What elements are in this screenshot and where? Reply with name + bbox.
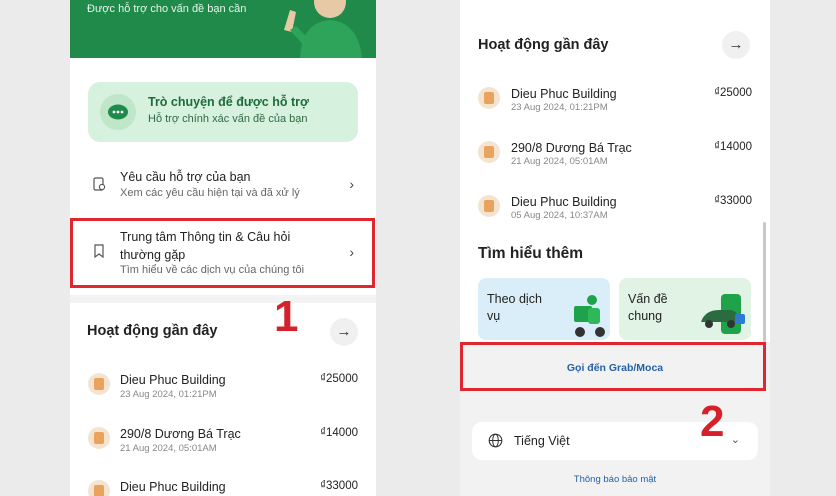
highlight-box-help-center bbox=[70, 218, 375, 288]
chevron-down-icon: ⌄ bbox=[730, 434, 740, 446]
activity-date: 05 Aug 2024, 10:37AM bbox=[511, 210, 608, 221]
building-icon bbox=[478, 87, 500, 109]
learn-more-title: Tìm hiểu thêm bbox=[478, 245, 584, 262]
activity-amount: ₫33000 bbox=[320, 480, 358, 492]
support-requests-row[interactable]: Yêu cầu hỗ trợ của bạn Xem các yêu cầu h… bbox=[70, 168, 376, 206]
building-icon bbox=[478, 195, 500, 217]
tile-label: Vấn đề chung bbox=[628, 292, 668, 323]
chevron-right-icon: › bbox=[349, 176, 354, 192]
activity-amount: ₫25000 bbox=[320, 373, 358, 385]
step-number-2: 2 bbox=[700, 397, 725, 446]
activity-amount: ₫33000 bbox=[714, 195, 752, 207]
chat-bubble-icon bbox=[100, 94, 136, 130]
activity-name: Dieu Phuc Building bbox=[120, 480, 226, 494]
building-icon bbox=[88, 427, 110, 449]
globe-icon bbox=[488, 433, 503, 448]
activity-name: Dieu Phuc Building bbox=[511, 195, 617, 209]
receipt-icon bbox=[93, 177, 106, 191]
activity-date: 23 Aug 2024, 01:21PM bbox=[511, 102, 608, 113]
activity-date: 21 Aug 2024, 05:01AM bbox=[120, 443, 217, 454]
step-number-1: 1 bbox=[274, 292, 299, 341]
activity-name: 290/8 Dương Bá Trạc bbox=[120, 427, 241, 441]
chat-support-card[interactable]: Trò chuyện để được hỗ trợ Hỗ trợ chính x… bbox=[88, 82, 358, 142]
chat-card-title: Trò chuyện để được hỗ trợ bbox=[148, 95, 309, 109]
support-requests-title: Yêu cầu hỗ trợ của bạn bbox=[120, 170, 251, 184]
activity-amount: ₫25000 bbox=[714, 87, 752, 99]
building-icon bbox=[478, 141, 500, 163]
driver-illustration bbox=[284, 0, 362, 58]
scrollbar[interactable] bbox=[763, 222, 766, 342]
tile-label: Theo dịch vụ bbox=[487, 292, 542, 323]
recent-activity-title: Hoạt động gần đây bbox=[87, 323, 218, 339]
car-illustration bbox=[701, 294, 745, 334]
tile-general-issues[interactable]: Vấn đề chung bbox=[619, 278, 751, 340]
recent-activity-title: Hoạt động gần đây bbox=[478, 37, 609, 53]
activity-date: 21 Aug 2024, 05:01AM bbox=[511, 156, 608, 167]
activity-name: 290/8 Dương Bá Trạc bbox=[511, 141, 632, 155]
activity-name: Dieu Phuc Building bbox=[511, 87, 617, 101]
language-label: Tiếng Việt bbox=[514, 434, 570, 448]
arrow-right-icon[interactable]: → bbox=[722, 31, 750, 59]
building-icon bbox=[88, 480, 110, 496]
highlight-box-call bbox=[460, 342, 766, 391]
building-icon bbox=[88, 373, 110, 395]
section-divider bbox=[70, 295, 376, 303]
privacy-notice-link[interactable]: Thông báo bảo mật bbox=[460, 474, 770, 485]
hero-banner: Được hỗ trợ cho vấn đề bạn cần bbox=[70, 0, 376, 58]
delivery-rider-illustration bbox=[574, 295, 605, 337]
arrow-right-icon[interactable]: → bbox=[330, 318, 358, 346]
activity-amount: ₫14000 bbox=[714, 141, 752, 153]
activity-amount: ₫14000 bbox=[320, 427, 358, 439]
tile-by-service[interactable]: Theo dịch vụ bbox=[478, 278, 610, 340]
support-requests-subtitle: Xem các yêu cầu hiện tại và đã xử lý bbox=[120, 187, 300, 199]
chat-card-subtitle: Hỗ trợ chính xác vấn đề của bạn bbox=[148, 113, 308, 125]
hero-subtitle: Được hỗ trợ cho vấn đề bạn cần bbox=[87, 3, 247, 15]
activity-date: 23 Aug 2024, 01:21PM bbox=[120, 389, 217, 400]
activity-name: Dieu Phuc Building bbox=[120, 373, 226, 387]
